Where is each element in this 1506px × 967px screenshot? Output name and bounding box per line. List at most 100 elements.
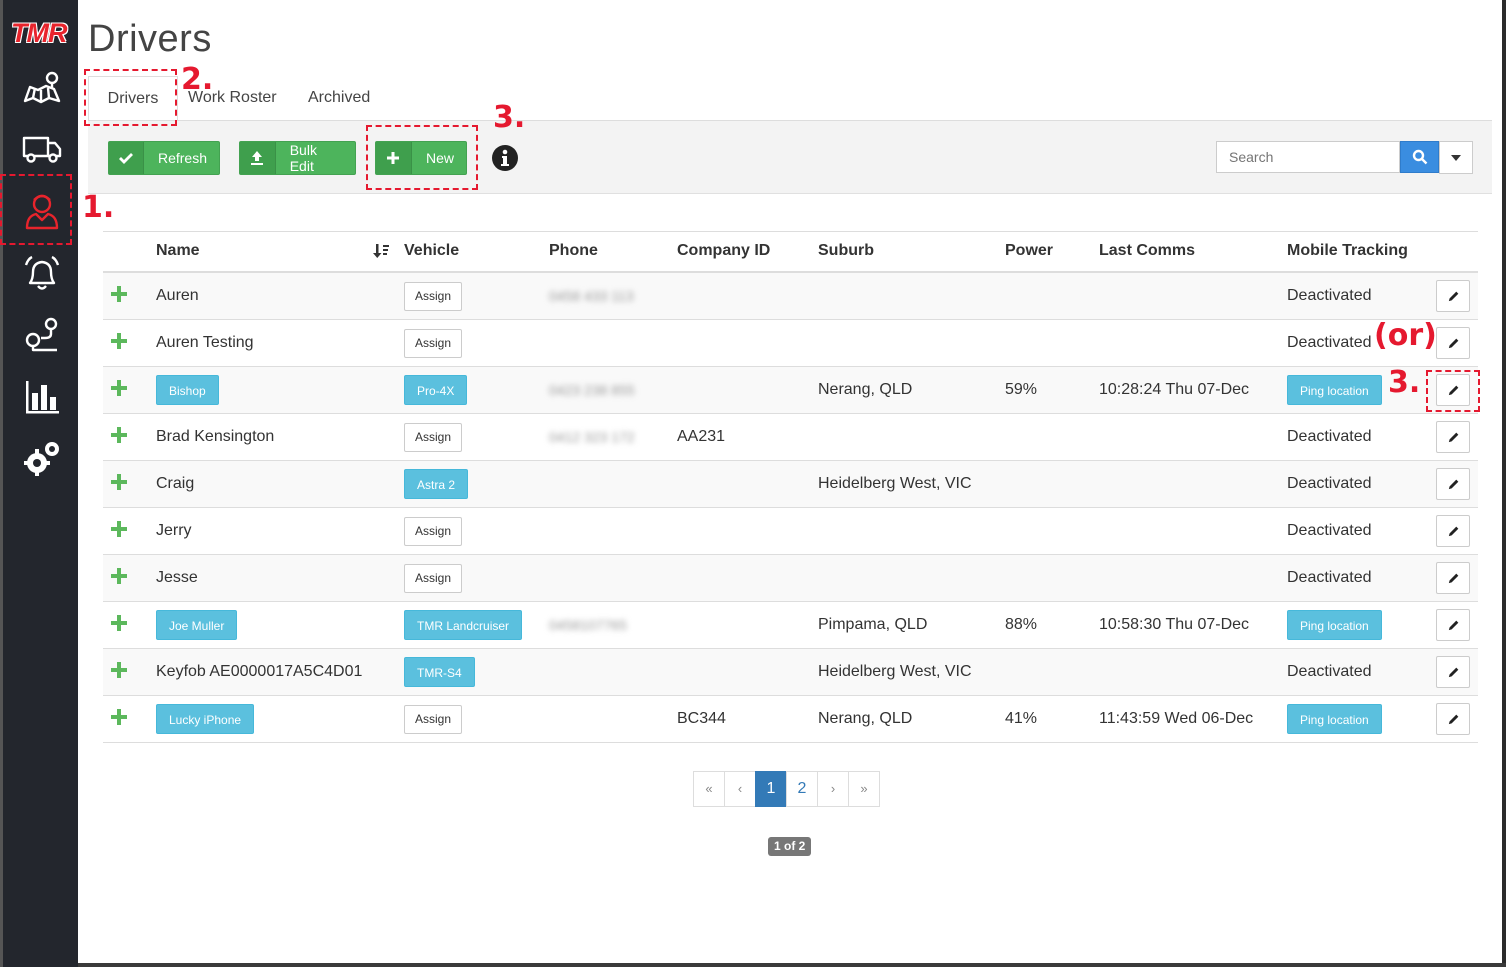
assign-vehicle-button[interactable]: Assign (404, 517, 463, 546)
edit-button[interactable] (1436, 327, 1470, 359)
driver-name: Jerry (156, 522, 192, 539)
info-icon[interactable] (491, 144, 519, 172)
assign-vehicle-button[interactable]: Assign (404, 423, 463, 452)
tracking-status: Deactivated (1287, 475, 1372, 492)
expand-icon[interactable] (111, 286, 127, 302)
driver-name-button[interactable]: Bishop (156, 375, 219, 405)
table-row[interactable]: Jerry Assign Deactivated (103, 508, 1478, 555)
driver-name-button[interactable]: Joe Muller (156, 610, 238, 640)
table-row[interactable]: Keyfob AE0000017A5C4D01 TMR-S4 Heidelberg … (103, 649, 1478, 696)
ping-location-button[interactable]: Ping location (1287, 704, 1382, 734)
search-input[interactable] (1216, 141, 1400, 173)
edit-button[interactable] (1436, 468, 1470, 500)
tab-archived[interactable]: Archived (292, 76, 386, 120)
driver-name: Brad Kensington (156, 428, 275, 445)
tracking-status: Deactivated (1287, 569, 1372, 586)
edit-button[interactable] (1436, 703, 1470, 735)
page-count-badge: 1 of 2 (768, 837, 812, 856)
route-icon[interactable] (16, 311, 68, 359)
expand-icon[interactable] (111, 709, 127, 725)
table-row[interactable]: Brad Kensington Assign 0412 323 172 AA231 De… (103, 414, 1478, 461)
new-label: New (425, 150, 454, 166)
edit-button[interactable] (1436, 656, 1470, 688)
first-page-button[interactable]: « (693, 771, 725, 807)
expand-icon[interactable] (111, 662, 127, 678)
table-row[interactable]: Joe Muller TMR Landcruiser 0458107765 Pimpa… (103, 602, 1478, 649)
assign-vehicle-button[interactable]: Assign (404, 329, 463, 358)
annotation-or: (or) (1374, 318, 1437, 353)
page-1-button[interactable]: 1 (755, 771, 787, 807)
ping-location-button[interactable]: Ping location (1287, 610, 1382, 640)
power: 41% (1005, 710, 1038, 727)
phone: 0423 238 855 (549, 382, 635, 398)
assign-vehicle-button[interactable]: Assign (404, 282, 463, 311)
table-row[interactable]: Bishop Pro-4X 0423 238 855 Nerang, QLD 59% 10… (103, 367, 1478, 414)
map-icon[interactable] (16, 64, 68, 112)
search-button[interactable] (1400, 141, 1439, 173)
tmr-logo[interactable]: TMR (11, 18, 75, 50)
bulk-edit-label: Bulk Edit (289, 142, 317, 174)
annotation-step-1: 1. (82, 190, 115, 225)
expand-icon[interactable] (111, 521, 127, 537)
truck-icon[interactable] (16, 124, 68, 172)
edit-button[interactable] (1436, 515, 1470, 547)
pencil-icon (1448, 291, 1458, 301)
suburb: Heidelberg West, VIC (818, 663, 972, 680)
table-row[interactable]: Auren Assign 0458 433 113 Deactivated (103, 273, 1478, 320)
expand-icon[interactable] (111, 333, 127, 349)
driver-name-button[interactable]: Lucky iPhone (156, 704, 255, 734)
suburb: Nerang, QLD (818, 710, 913, 727)
table-top-border (103, 231, 1478, 232)
new-button[interactable]: New (375, 141, 467, 175)
table-row[interactable]: Craig Astra 2 Heidelberg West, VIC Deactiva… (103, 461, 1478, 508)
assign-vehicle-button[interactable]: Assign (404, 705, 463, 734)
pagination: « ‹ 1 2 › » (693, 771, 880, 807)
expand-icon[interactable] (111, 615, 127, 631)
suburb: Nerang, QLD (818, 381, 913, 398)
company-id: AA231 (677, 428, 726, 445)
edit-button[interactable] (1436, 609, 1470, 641)
prev-page-button[interactable]: ‹ (724, 771, 756, 807)
vehicle-button[interactable]: TMR Landcruiser (404, 610, 523, 640)
header-mobile-tracking[interactable]: Mobile Tracking (1287, 231, 1408, 271)
next-page-button[interactable]: › (817, 771, 849, 807)
header-power[interactable]: Power (1005, 231, 1053, 271)
expand-icon[interactable] (111, 427, 127, 443)
vehicle-button[interactable]: TMR-S4 (404, 657, 475, 687)
pencil-icon (1448, 479, 1458, 489)
edit-button[interactable] (1436, 280, 1470, 312)
table-row[interactable]: Auren Testing Assign Deactivated (103, 320, 1478, 367)
gear-icon[interactable] (16, 434, 68, 482)
power: 88% (1005, 616, 1038, 633)
table-row[interactable]: Lucky iPhone Assign BC344 Nerang, QLD 41% 11:… (103, 696, 1478, 743)
search-dropdown-button[interactable] (1439, 141, 1473, 174)
driver-icon[interactable] (16, 186, 68, 234)
tracking-status: Deactivated (1287, 522, 1372, 539)
expand-icon[interactable] (111, 380, 127, 396)
vehicle-button[interactable]: Astra 2 (404, 469, 469, 499)
header-company-id[interactable]: Company ID (677, 231, 770, 271)
sort-icon[interactable] (373, 231, 391, 271)
tab-drivers[interactable]: Drivers (88, 76, 178, 122)
edit-button[interactable] (1436, 562, 1470, 594)
header-vehicle[interactable]: Vehicle (404, 231, 459, 271)
table-row[interactable]: Jesse Assign Deactivated (103, 555, 1478, 602)
bulk-edit-button[interactable]: Bulk Edit (239, 141, 356, 175)
refresh-button[interactable]: Refresh (108, 141, 220, 175)
header-phone[interactable]: Phone (549, 231, 598, 271)
last-page-button[interactable]: » (848, 771, 880, 807)
annotation-step-3-edit: 3. (1388, 365, 1421, 400)
expand-icon[interactable] (111, 568, 127, 584)
assign-vehicle-button[interactable]: Assign (404, 564, 463, 593)
expand-icon[interactable] (111, 474, 127, 490)
edit-button[interactable] (1436, 421, 1470, 453)
header-suburb[interactable]: Suburb (818, 231, 874, 271)
header-name[interactable]: Name (156, 231, 200, 271)
ping-location-button[interactable]: Ping location (1287, 375, 1382, 405)
bell-icon[interactable] (16, 250, 68, 298)
page-2-button[interactable]: 2 (786, 771, 818, 807)
edit-button[interactable] (1436, 374, 1470, 406)
header-last-comms[interactable]: Last Comms (1099, 231, 1195, 271)
bar-chart-icon[interactable] (16, 372, 68, 420)
vehicle-button[interactable]: Pro-4X (404, 375, 468, 405)
